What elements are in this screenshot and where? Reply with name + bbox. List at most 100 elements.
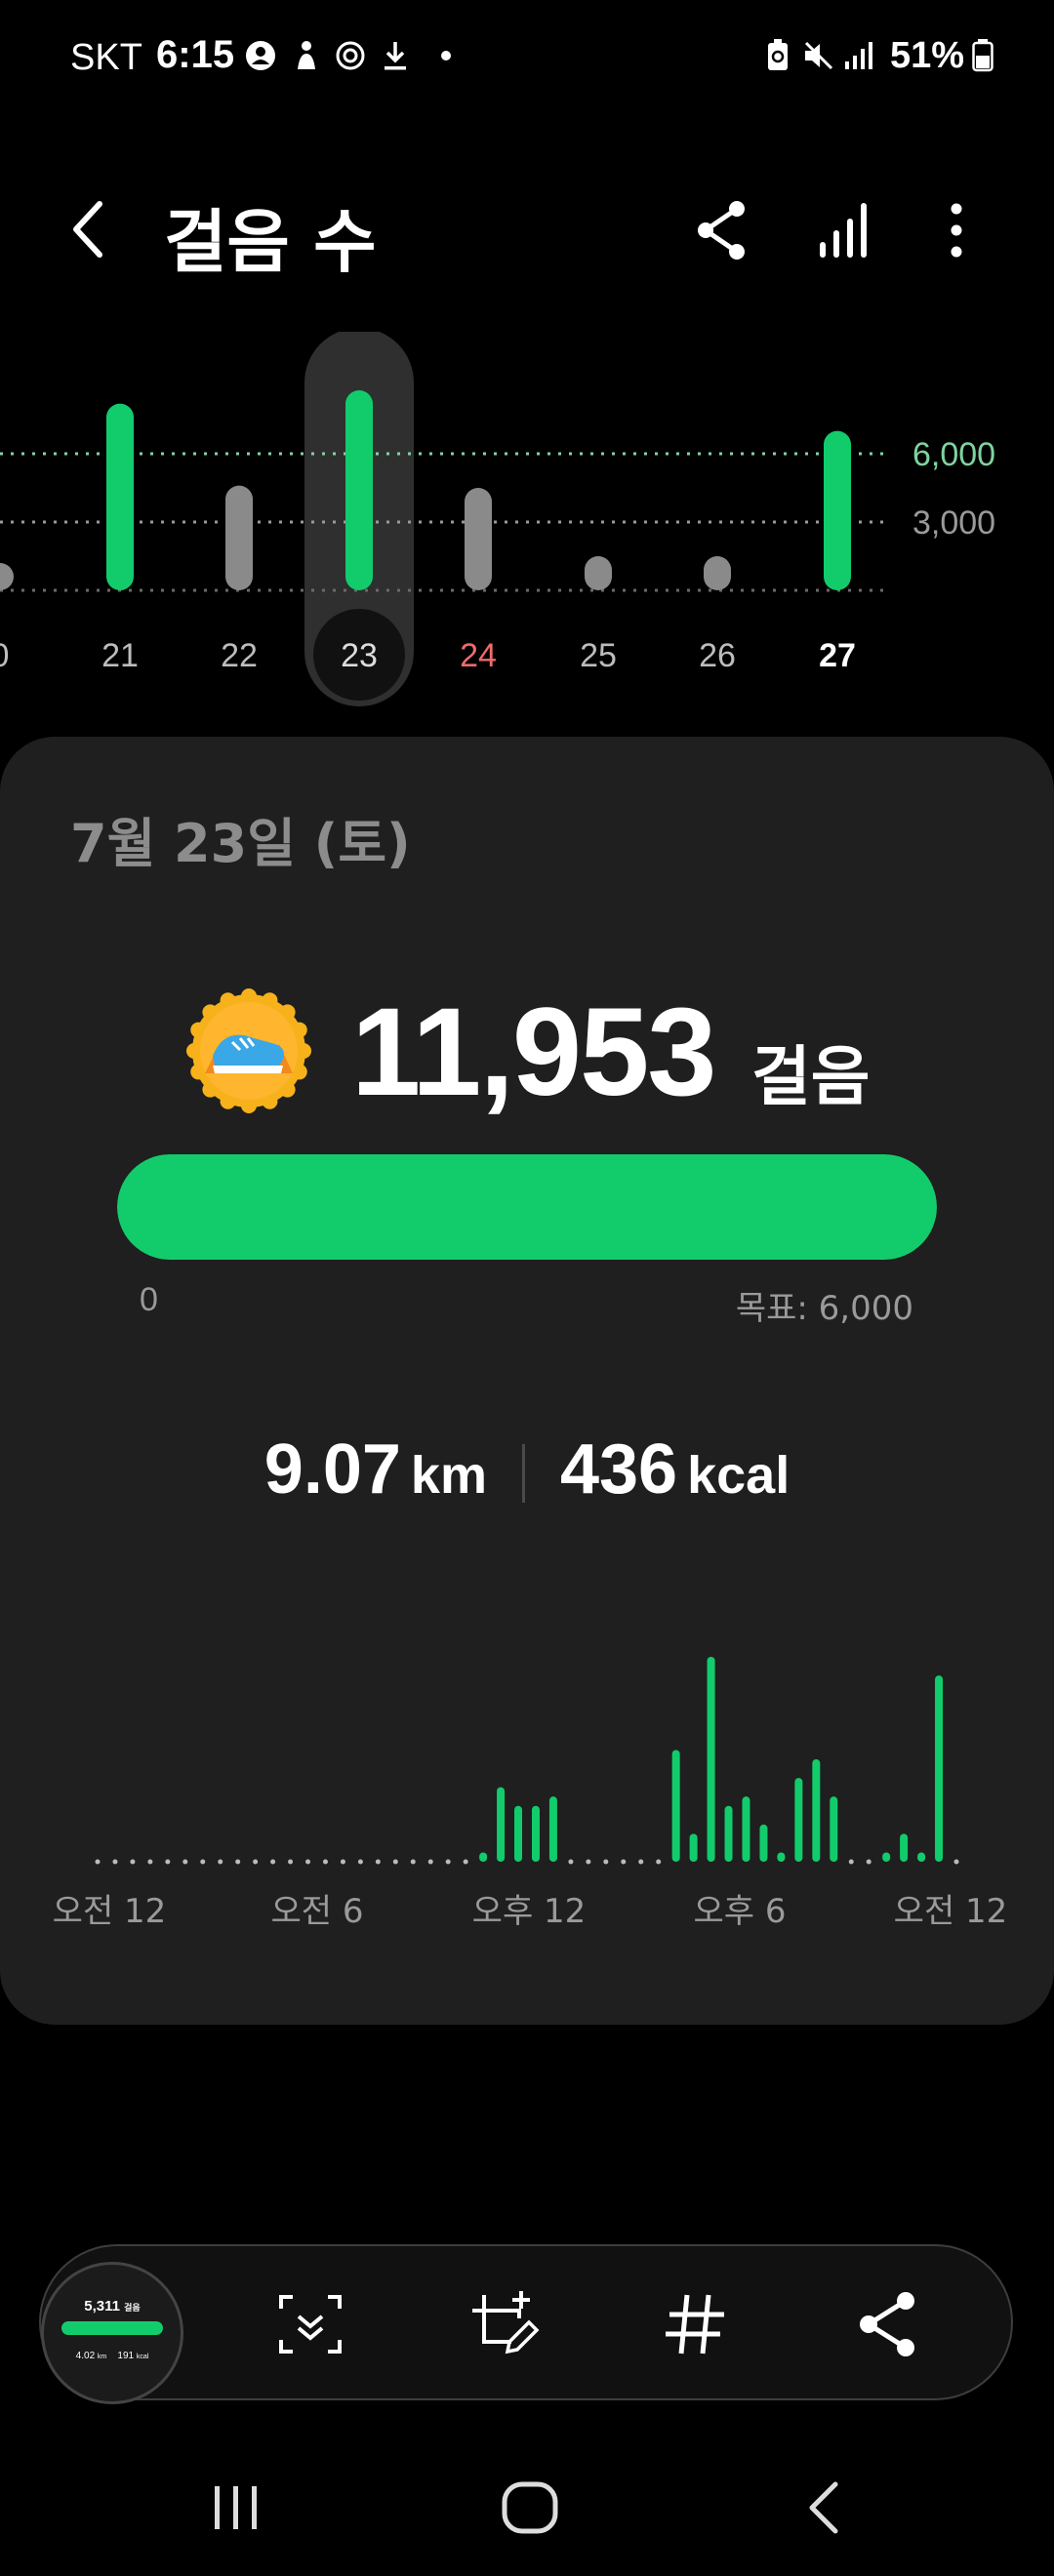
day-label[interactable]: 27 [819,637,856,674]
battery-saver-icon [761,39,794,72]
day-bar[interactable] [225,485,253,590]
bar-chart-icon [820,203,867,258]
thumb-distance-unit: km [97,2354,107,2360]
hour-bar [830,1796,838,1862]
hour-axis-label: 오후 12 [472,1892,587,1931]
day-bar[interactable] [345,390,373,590]
thumb-steps-unit: 걸음 [124,2303,141,2313]
trends-button[interactable] [810,195,878,263]
hour-dot [621,1859,627,1865]
hour-dot [95,1859,101,1865]
day-label[interactable]: 22 [221,637,258,674]
hour-bar [531,1805,540,1862]
distance-unit: km [410,1446,487,1505]
weekly-steps-chart[interactable]: 6,000 3,000 0 21 22 23 24 25 26 27 [0,332,1054,722]
hour-dot [638,1859,644,1865]
hour-dot [603,1859,609,1865]
day-bar[interactable] [465,488,492,590]
stats-row: 9.07 km 436 kcal [0,1429,1054,1517]
fitness-icon [290,39,323,72]
day-label[interactable]: 24 [460,637,497,674]
back-button[interactable] [59,190,127,268]
hour-dot [656,1859,662,1865]
account-icon [244,39,277,72]
selected-date: 7월 23일 (토) [70,813,411,874]
badge-petal [186,1043,202,1059]
share-icon [698,201,745,260]
badge-petal [296,1043,311,1059]
hour-bar [777,1852,786,1862]
recent-apps-button[interactable] [197,2469,275,2547]
day-bar[interactable] [106,403,134,590]
more-options-button[interactable] [927,195,986,263]
day-label[interactable]: 23 [341,637,378,674]
stats-divider [521,1444,525,1503]
day-bar[interactable] [704,556,731,590]
hour-dot [182,1859,188,1865]
battery-icon [966,39,999,72]
hour-bar [707,1657,715,1862]
badge-petal [241,988,257,1004]
calories-value: 436 [559,1430,678,1509]
hour-bar [759,1824,768,1862]
screenshot-thumbnail[interactable]: 5,311 걸음 4.02 km 191 kcal [41,2262,183,2404]
more-vertical-icon [951,203,962,258]
nav-back-button[interactable] [787,2469,865,2547]
hour-dot [322,1859,328,1865]
hour-bar [900,1833,909,1862]
hour-bar [917,1852,926,1862]
day-bar[interactable] [0,563,14,590]
hour-dot [463,1859,468,1865]
hour-dot [235,1859,241,1865]
hour-dot [270,1859,276,1865]
day-label[interactable]: 25 [580,637,617,674]
hour-dot [953,1859,959,1865]
hour-bar [812,1759,821,1862]
hour-dot [568,1859,574,1865]
thumb-calories-unit: kcal [136,2354,149,2360]
goal-progress-fill [117,1154,937,1260]
crop-edit-icon [472,2291,540,2355]
hour-bar [479,1852,488,1862]
hashtag-icon [666,2294,724,2355]
hour-axis-label: 오전 12 [894,1892,1008,1931]
hour-dot [112,1859,118,1865]
home-button[interactable] [491,2469,569,2547]
hour-dot [586,1859,591,1865]
day-bar[interactable] [585,556,612,590]
hashtag-button[interactable] [654,2283,736,2365]
hour-bar [742,1796,750,1862]
sync-icon [334,39,367,72]
thumb-progress-bar [61,2321,163,2335]
hour-dot [218,1859,223,1865]
progress-min-label: 0 [140,1281,158,1318]
share-icon [860,2292,914,2356]
signal-icon [843,39,876,72]
toolbar-share-button[interactable] [847,2283,929,2365]
day-label[interactable]: 21 [101,637,139,674]
hour-dot [375,1859,381,1865]
hour-bar [514,1805,523,1862]
badge-petal [241,1098,257,1113]
day-bar[interactable] [824,430,851,590]
scroll-capture-button[interactable] [269,2283,351,2365]
status-time: 6:15 [156,33,235,76]
thumb-steps: 5,311 [84,2298,120,2314]
page-title: 걸음 수 [164,202,377,282]
hour-bar [794,1778,803,1862]
share-button[interactable] [688,195,756,263]
hour-axis-label: 오전 6 [271,1892,364,1931]
thumb-distance: 4.02 [75,2351,96,2361]
back-icon [809,2481,838,2534]
status-carrier: SKT [70,37,142,78]
day-label[interactable]: 0 [0,637,9,674]
hour-bar [548,1796,557,1862]
hour-dot [340,1859,345,1865]
mute-icon [802,39,835,72]
hour-bar [689,1833,698,1862]
hour-axis-label: 오전 12 [53,1892,167,1931]
hour-dot [866,1859,872,1865]
hour-axis-label: 오후 6 [694,1892,787,1931]
day-label[interactable]: 26 [699,637,736,674]
crop-edit-button[interactable] [461,2283,543,2365]
